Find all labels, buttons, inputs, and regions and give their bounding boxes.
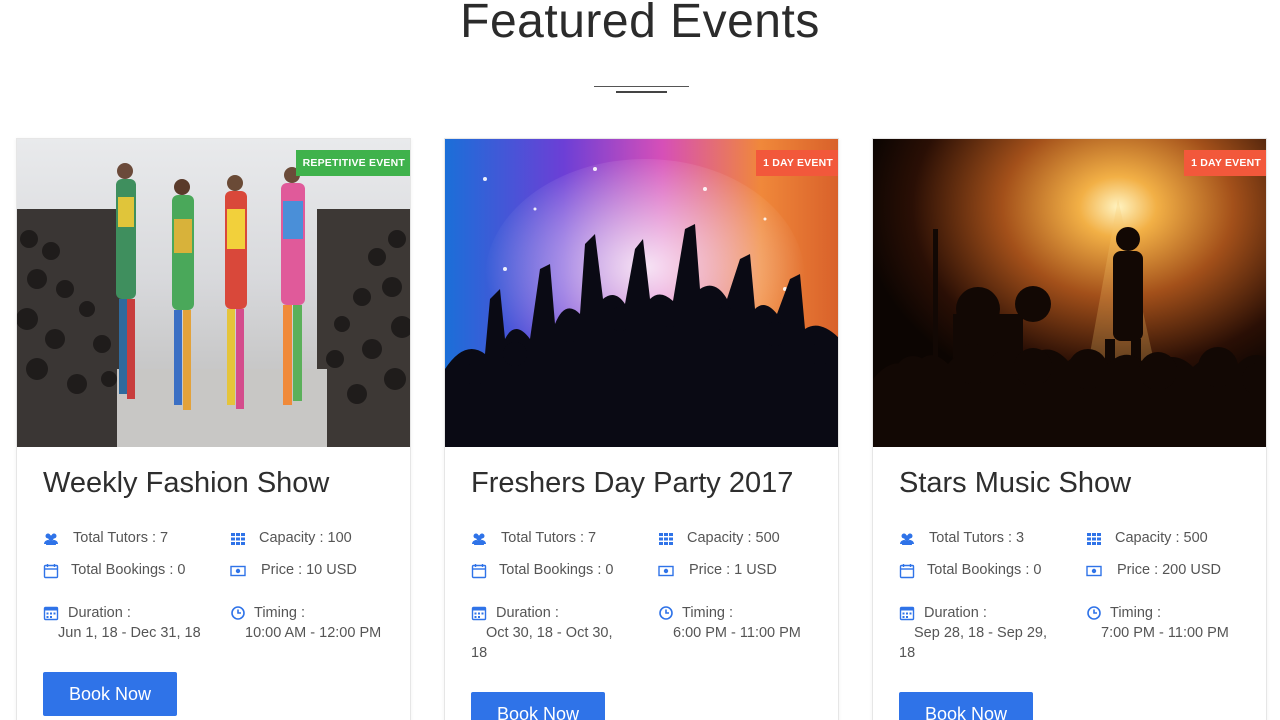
duration-label: Duration : [496, 605, 559, 621]
capacity: Capacity : 500 [687, 530, 780, 546]
total-tutors: Total Tutors : 3 [929, 530, 1025, 546]
clock-icon [1086, 605, 1102, 621]
timing-value: 7:00 PM - 11:00 PM [1101, 625, 1229, 641]
event-title[interactable]: Weekly Fashion Show [43, 467, 329, 500]
grid-icon [230, 531, 246, 547]
event-card[interactable]: 1 DAY EVENT Stars Music Show Total Tutor… [872, 138, 1267, 720]
capacity: Capacity : 500 [1115, 530, 1208, 546]
book-now-button[interactable]: Book Now [471, 692, 605, 720]
clock-icon [230, 605, 246, 621]
duration-label: Duration : [924, 605, 987, 621]
price: Price : 10 USD [261, 562, 357, 578]
event-title[interactable]: Stars Music Show [899, 467, 1131, 500]
duration-value: Oct 30, 18 - Oct 30, [486, 625, 613, 641]
event-type-badge: 1 DAY EVENT [756, 150, 838, 176]
calendar-grid-icon [899, 605, 915, 621]
calendar-grid-icon [471, 605, 487, 621]
grid-icon [1086, 531, 1102, 547]
timing-value: 6:00 PM - 11:00 PM [673, 625, 801, 641]
title-divider [594, 86, 689, 87]
book-now-button[interactable]: Book Now [899, 692, 1033, 720]
duration-value: Sep 28, 18 - Sep 29, [914, 625, 1048, 641]
money-icon [1086, 563, 1102, 579]
event-image-concert[interactable]: 1 DAY EVENT [873, 139, 1266, 447]
grid-icon [658, 531, 674, 547]
calendar-icon [899, 563, 915, 579]
timing-label: Timing : [254, 605, 306, 621]
total-bookings: Total Bookings : 0 [71, 562, 186, 578]
money-icon [658, 563, 674, 579]
calendar-grid-icon [43, 605, 59, 621]
total-tutors: Total Tutors : 7 [73, 530, 169, 546]
users-icon [471, 531, 487, 547]
duration-label: Duration : [68, 605, 131, 621]
calendar-icon [43, 563, 59, 579]
total-tutors: Total Tutors : 7 [501, 530, 597, 546]
section-title: Featured Events [460, 0, 820, 48]
timing-label: Timing : [682, 605, 734, 621]
users-icon [43, 531, 59, 547]
book-now-button[interactable]: Book Now [43, 672, 177, 716]
duration-value-cont: 18 [471, 645, 488, 661]
event-type-badge: REPETITIVE EVENT [295, 150, 410, 176]
capacity: Capacity : 100 [259, 530, 352, 546]
event-card[interactable]: REPETITIVE EVENT Weekly Fashion Show Tot… [16, 138, 411, 720]
duration-value: Jun 1, 18 - Dec 31, 18 [58, 625, 201, 641]
title-divider-accent [616, 91, 667, 93]
timing-label: Timing : [1110, 605, 1162, 621]
users-icon [899, 531, 915, 547]
fashion-runway-image [17, 139, 410, 447]
price: Price : 200 USD [1117, 562, 1221, 578]
timing-value: 10:00 AM - 12:00 PM [245, 625, 382, 641]
price: Price : 1 USD [689, 562, 777, 578]
calendar-icon [471, 563, 487, 579]
concert-stage-image [873, 139, 1266, 447]
total-bookings: Total Bookings : 0 [927, 562, 1042, 578]
clock-icon [658, 605, 674, 621]
event-image-party[interactable]: 1 DAY EVENT [445, 139, 838, 447]
event-card[interactable]: 1 DAY EVENT Freshers Day Party 2017 Tota… [444, 138, 839, 720]
total-bookings: Total Bookings : 0 [499, 562, 614, 578]
money-icon [230, 563, 246, 579]
event-image-fashion[interactable]: REPETITIVE EVENT [17, 139, 410, 447]
event-title[interactable]: Freshers Day Party 2017 [471, 467, 793, 500]
duration-value-cont: 18 [899, 645, 916, 661]
party-crowd-image [445, 139, 838, 447]
event-type-badge: 1 DAY EVENT [1184, 150, 1266, 176]
